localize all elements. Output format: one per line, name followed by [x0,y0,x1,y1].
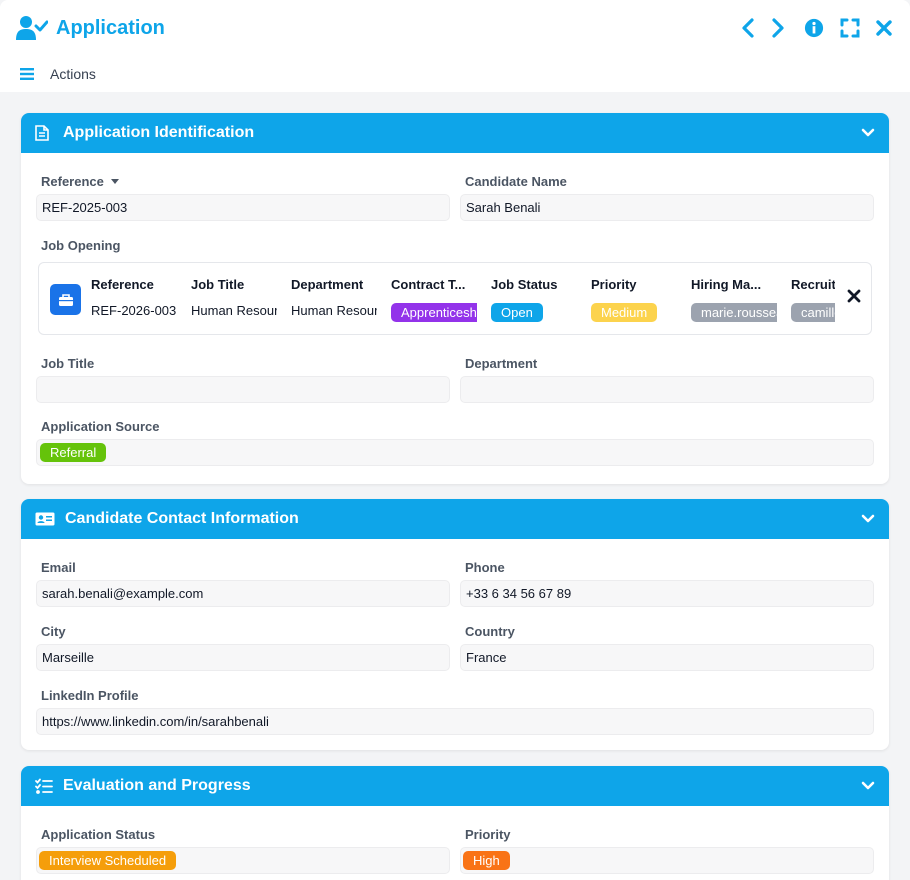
job-col-contract: Contract T... Apprenticeship [391,263,479,336]
chevron-down-icon[interactable] [861,128,875,138]
identification-section-title: Application Identification [63,124,255,141]
job-opening-label: Job Opening [41,238,121,253]
job-col-header: Department [291,277,364,292]
user-check-icon [16,14,48,42]
job-col-title: Job Title Human Resources [191,263,279,336]
job-title-field[interactable] [36,376,450,403]
status-badge-wrap: Open [491,303,577,322]
form-content: Application Identification Reference REF… [0,92,910,880]
high-priority-badge: High [463,851,510,870]
job-department-value: Human Resources [291,303,377,318]
job-col-reference: Reference REF-2026-003 [91,263,179,336]
evaluation-section: Evaluation and Progress Application Stat… [21,766,889,880]
email-field[interactable]: sarah.benali@example.com [36,580,450,607]
actions-menu[interactable]: Actions [50,66,96,82]
hiring-manager-badge-wrap: marie.rousseau [691,303,777,322]
job-col-header: Priority [591,277,637,292]
job-col-header: Reference [91,277,154,292]
job-col-department: Department Human Resources [291,263,379,336]
job-title-value: Human Resources [191,303,277,318]
job-col-header: Job Title [191,277,245,292]
reference-label: Reference [41,174,120,189]
country-field[interactable]: France [460,644,874,671]
window-title: Application [56,16,165,39]
job-col-status: Job Status Open [491,263,579,336]
interview-scheduled-badge: Interview Scheduled [39,851,177,870]
job-col-header: Contract T... [391,277,466,292]
chevron-left-icon[interactable] [738,17,758,39]
evaluation-section-header[interactable]: Evaluation and Progress [21,766,889,806]
job-status-badge: Open [491,303,543,322]
application-status-label: Application Status [41,827,156,842]
document-icon [35,123,57,143]
job-col-header: Hiring Ma... [691,277,762,292]
contact-section: Candidate Contact Information Email sara… [21,499,889,750]
linkedin-field[interactable]: https://www.linkedin.com/in/sarahbenali [36,708,874,735]
expand-icon[interactable] [840,17,860,39]
priority-badge-wrap: Medium [591,303,677,322]
recruiter-badge: camille [791,303,835,322]
identification-section: Application Identification Reference REF… [21,113,889,484]
application-window: Application Actions Application Identifi… [0,0,910,880]
candidate-name-field[interactable]: Sarah Benali [460,194,874,221]
job-opening-link-card[interactable]: Reference REF-2026-003 Job Title Human R… [38,262,872,335]
referral-badge: Referral [40,443,107,462]
close-icon[interactable] [874,17,894,39]
recruiter-badge-wrap: camille [791,303,835,322]
phone-label: Phone [465,560,505,575]
identification-section-header[interactable]: Application Identification [21,113,889,153]
reference-field[interactable]: REF-2025-003 [36,194,450,221]
title-bar: Application [0,0,910,56]
job-col-header: Recruit [791,277,835,292]
briefcase-icon [50,284,81,315]
city-label: City [41,624,66,639]
phone-field[interactable]: +33 6 34 56 67 89 [460,580,874,607]
job-priority-badge: Medium [591,303,658,322]
job-col-header: Job Status [491,277,558,292]
contact-section-header[interactable]: Candidate Contact Information [21,499,889,539]
info-icon[interactable] [804,17,824,39]
task-list-icon [35,776,57,796]
reference-label-text: Reference [41,174,104,189]
candidate-name-label: Candidate Name [465,174,567,189]
job-reference-value: REF-2026-003 [91,303,177,318]
contract-type-badge: Apprenticeship [391,303,477,322]
evaluation-section-title: Evaluation and Progress [63,777,251,794]
sort-caret-icon[interactable] [110,178,120,185]
contract-badge-wrap: Apprenticeship [391,303,477,322]
chevron-down-icon[interactable] [861,781,875,791]
application-source-label: Application Source [41,419,160,434]
department-field[interactable] [460,376,874,403]
job-col-hiring-manager: Hiring Ma... marie.rousseau [691,263,779,336]
id-card-icon [35,509,57,529]
application-source-field[interactable]: Referral [36,439,874,466]
job-title-label: Job Title [41,356,95,371]
priority-label: Priority [465,827,511,842]
email-label: Email [41,560,76,575]
application-status-field[interactable]: Interview Scheduled [36,847,450,874]
country-label: Country [465,624,515,639]
contact-section-title: Candidate Contact Information [65,510,299,527]
remove-job-opening-icon[interactable] [847,289,861,306]
hiring-manager-badge: marie.rousseau [691,303,777,322]
chevron-down-icon[interactable] [861,514,875,524]
window-actions [738,17,894,39]
job-col-recruiter: Recruit camille [791,263,835,336]
department-label: Department [465,356,538,371]
hamburger-icon[interactable] [20,68,34,80]
job-col-priority: Priority Medium [591,263,679,336]
priority-field[interactable]: High [460,847,874,874]
city-field[interactable]: Marseille [36,644,450,671]
linkedin-label: LinkedIn Profile [41,688,139,703]
chevron-right-icon[interactable] [768,17,788,39]
action-menu-bar: Actions [0,56,910,92]
